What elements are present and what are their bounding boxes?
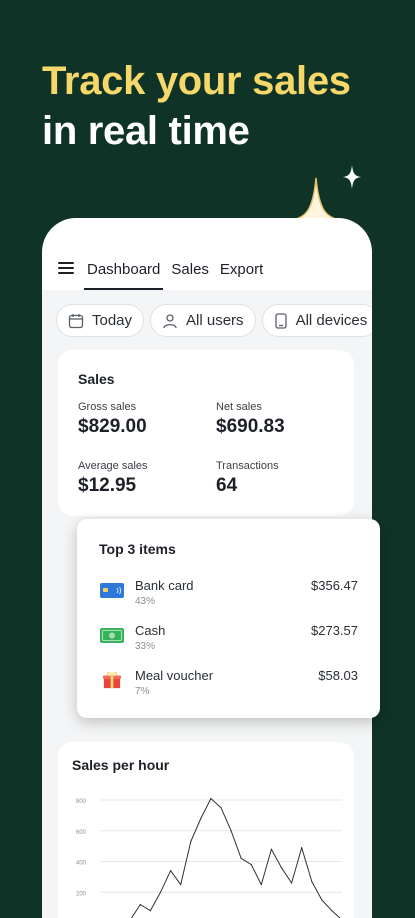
y-tick-label: 600	[76, 830, 87, 836]
data-point	[140, 904, 141, 905]
item-amount: $356.47	[311, 578, 358, 593]
sales-summary-card: Sales Gross sales $829.00 Net sales $690…	[58, 350, 354, 516]
headline-line2: in real time	[42, 106, 351, 156]
data-point	[220, 807, 221, 808]
top-bar: Dashboard Sales Export	[42, 250, 372, 290]
filter-devices-label: All devices	[296, 312, 368, 329]
gift-icon	[99, 671, 125, 689]
average-sales-value: $12.95	[78, 475, 136, 497]
hamburger-menu-icon[interactable]	[58, 262, 74, 274]
gross-sales-value: $829.00	[78, 416, 147, 438]
headline-line1: Track your sales	[42, 56, 351, 106]
gross-sales-label: Gross sales	[78, 401, 136, 413]
filter-today-label: Today	[92, 312, 132, 329]
data-point	[331, 910, 332, 911]
calendar-icon	[68, 313, 84, 329]
list-item-bank-card[interactable]: Bank card 43% $356.47	[77, 578, 380, 618]
data-point	[271, 849, 272, 850]
data-point	[241, 858, 242, 859]
data-point	[291, 882, 292, 883]
data-point	[281, 867, 282, 868]
data-point	[170, 870, 171, 871]
data-point	[251, 864, 252, 865]
item-percent: 33%	[135, 641, 155, 652]
tab-export[interactable]: Export	[217, 250, 266, 290]
net-sales-value: $690.83	[216, 416, 285, 438]
data-point	[210, 798, 211, 799]
data-point	[150, 910, 151, 911]
chart-title: Sales per hour	[72, 757, 169, 773]
data-point	[200, 818, 201, 819]
item-name: Meal voucher	[135, 668, 213, 683]
list-item-cash[interactable]: Cash 33% $273.57	[77, 623, 380, 663]
y-tick-label: 400	[76, 861, 87, 867]
small-sparkle-icon	[342, 164, 362, 190]
sales-per-hour-card: Sales per hour 02004006008000h2h4h6h8h10…	[58, 742, 354, 918]
transactions-label: Transactions	[216, 460, 279, 472]
tab-sales[interactable]: Sales	[168, 250, 212, 290]
item-percent: 7%	[135, 686, 149, 697]
headline: Track your sales in real time	[42, 56, 351, 156]
filter-today-chip[interactable]: Today	[56, 304, 144, 337]
filter-users-label: All users	[186, 312, 244, 329]
top-items-popup: Top 3 items Bank card 43% $356.47 Cash 3…	[77, 519, 380, 718]
nav-tabs: Dashboard Sales Export	[84, 250, 271, 290]
item-name: Bank card	[135, 578, 194, 593]
data-point	[311, 881, 312, 882]
item-amount: $273.57	[311, 623, 358, 638]
data-point	[160, 892, 161, 893]
top-items-title: Top 3 items	[99, 541, 176, 557]
credit-card-icon	[99, 581, 125, 599]
y-tick-label: 200	[76, 891, 87, 897]
y-tick-label: 800	[76, 799, 87, 805]
filter-users-chip[interactable]: All users	[150, 304, 256, 337]
sales-card-title: Sales	[78, 371, 115, 387]
sales-per-hour-chart: 02004006008000h2h4h6h8h10h12h14h16h18h20…	[58, 782, 354, 918]
average-sales-label: Average sales	[78, 460, 148, 472]
sales-series-line	[100, 799, 342, 918]
data-point	[301, 847, 302, 848]
data-point	[261, 884, 262, 885]
tab-dashboard[interactable]: Dashboard	[84, 250, 163, 290]
data-point	[180, 884, 181, 885]
item-name: Cash	[135, 623, 165, 638]
item-percent: 43%	[135, 596, 155, 607]
cash-icon	[99, 626, 125, 644]
list-item-meal-voucher[interactable]: Meal voucher 7% $58.03	[77, 668, 380, 708]
user-icon	[162, 313, 178, 329]
filter-devices-chip[interactable]: All devices	[262, 304, 372, 337]
transactions-value: 64	[216, 475, 237, 497]
filter-chips: Today All users All devices	[56, 304, 372, 337]
data-point	[190, 841, 191, 842]
net-sales-label: Net sales	[216, 401, 262, 413]
item-amount: $58.03	[318, 668, 358, 683]
data-point	[230, 830, 231, 831]
device-icon	[274, 313, 288, 329]
